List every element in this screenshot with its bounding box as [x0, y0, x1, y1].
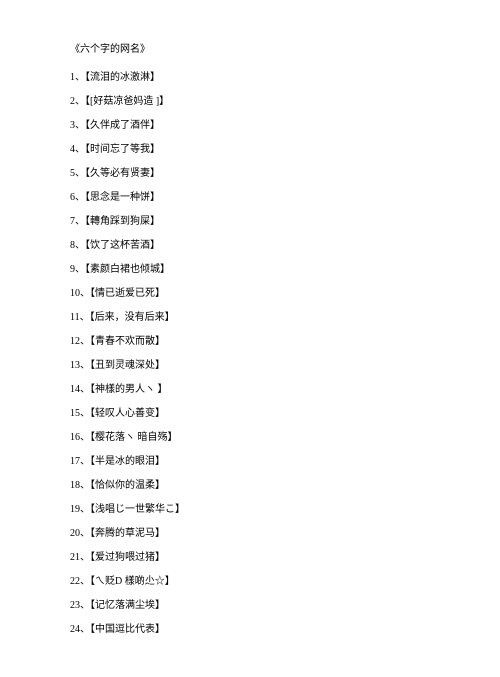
- list-item: 5、【久等必有贤妻】: [70, 167, 430, 181]
- list-item: 15、【轻叹人心善变】: [70, 407, 430, 421]
- list-item: 24、【中国逗比代表】: [70, 623, 430, 637]
- list-item: 19、【浅唱じ一世繁华こ】: [70, 503, 430, 517]
- list-item: 18、【恰似你的温柔】: [70, 479, 430, 493]
- list-item: 6、【思念是一种饼】: [70, 191, 430, 205]
- list-item: 23、【记忆落满尘埃】: [70, 599, 430, 613]
- list-item: 13、【丑到灵魂深处】: [70, 359, 430, 373]
- list-item: 9、【素颜白裙也倾城】: [70, 263, 430, 277]
- list-item: 21、【爱过狗喂过猪】: [70, 551, 430, 565]
- list-item: 2、【[好菇凉爸妈造 ]】: [70, 95, 430, 109]
- list-item: 16、【樱花落ヽ 暗自殇】: [70, 431, 430, 445]
- list-item: 22、【ㄟ贬D 樣啲尐☆】: [70, 575, 430, 589]
- list-item: 8、【饮了这杯苦酒】: [70, 239, 430, 253]
- list-item: 11、【后来，没有后来】: [70, 311, 430, 325]
- list-item: 7、【轉角踩到狗屎】: [70, 215, 430, 229]
- list-item: 10、【情已逝爱已死】: [70, 287, 430, 301]
- list-container: 1、【流泪的冰激淋】 2、【[好菇凉爸妈造 ]】 3、【久伴成了酒伴】 4、【时间忘了…: [70, 71, 430, 637]
- list-item: 1、【流泪的冰激淋】: [70, 71, 430, 85]
- list-item: 20、【奔腾的草泥马】: [70, 527, 430, 541]
- list-item: 3、【久伴成了酒伴】: [70, 119, 430, 133]
- list-item: 4、【时间忘了等我】: [70, 143, 430, 157]
- list-item: 12、【青春不欢而散】: [70, 335, 430, 349]
- document-title: 《六个字的网名》: [70, 40, 430, 55]
- list-item: 17、【半是冰的眼泪】: [70, 455, 430, 469]
- list-item: 14、【神樣的男人ヽ 】: [70, 383, 430, 397]
